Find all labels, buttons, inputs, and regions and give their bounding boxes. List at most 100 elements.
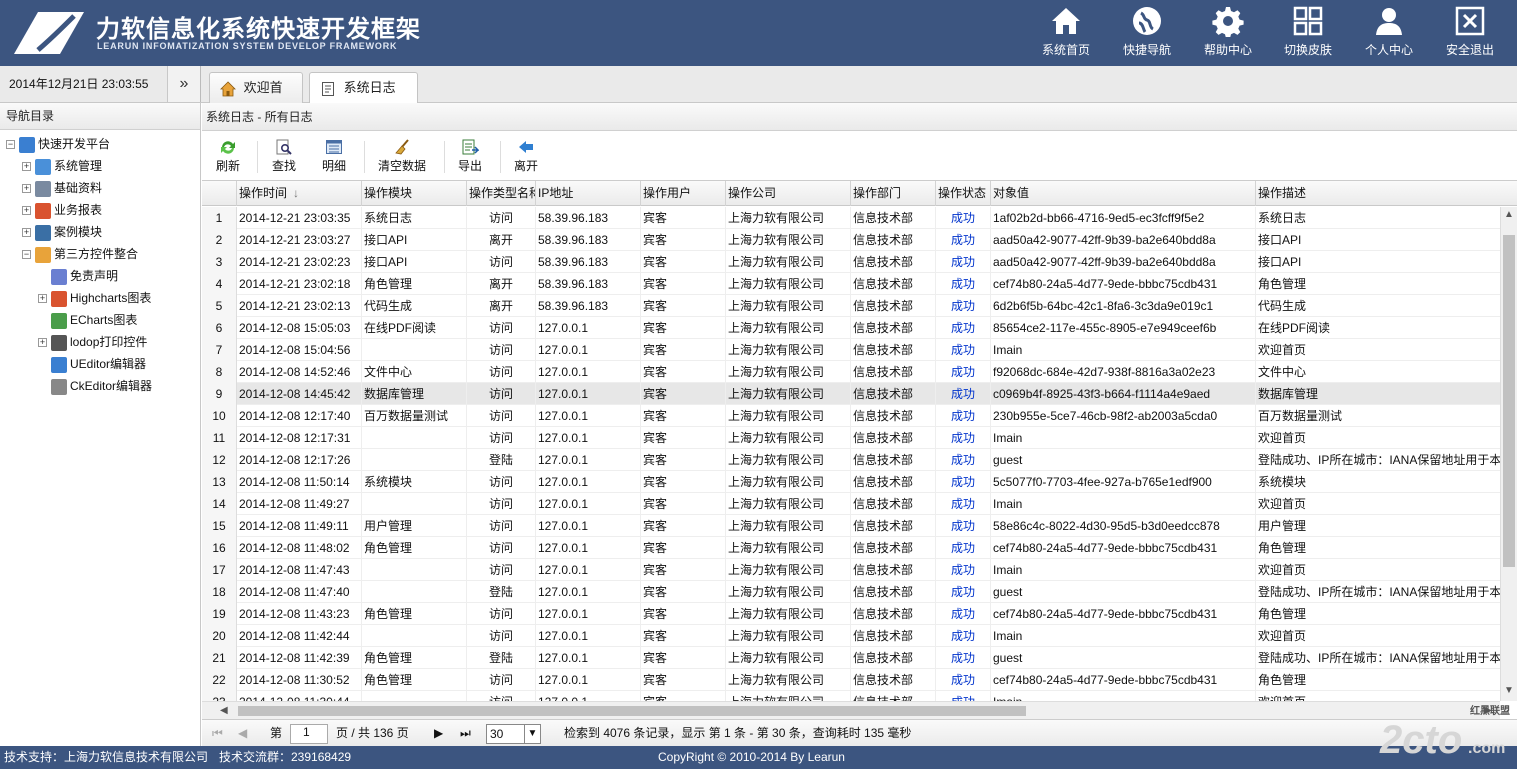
table-row[interactable]: 15 2014-12-08 11:49:11 用户管理 访问 127.0.0.1 宾客 上海…: [202, 515, 1500, 537]
table-row[interactable]: 10 2014-12-08 12:17:40 百万数据量测试 访问 127.0.0.1 宾…: [202, 405, 1500, 427]
tree-node-label: UEditor编辑器: [70, 357, 147, 371]
table-cell: 角色管理: [1256, 669, 1500, 691]
table-cell: [362, 493, 467, 515]
leave-button[interactable]: 离开: [510, 136, 542, 176]
vertical-scrollbar[interactable]: ▲ ▼: [1500, 207, 1517, 701]
expand-icon[interactable]: +: [38, 294, 47, 304]
table-row[interactable]: 8 2014-12-08 14:52:46 文件中心 访问 127.0.0.1 宾客 上海力…: [202, 361, 1500, 383]
table-cell: 2014-12-08 11:43:23: [237, 603, 362, 625]
table-cell: 信息技术部: [851, 383, 936, 405]
export-button[interactable]: 导出: [454, 136, 486, 176]
column-header[interactable]: 操作类型名称: [467, 181, 536, 206]
last-page-icon[interactable]: ⏭: [460, 720, 471, 747]
table-row[interactable]: 6 2014-12-08 15:05:03 在线PDF阅读 访问 127.0.0.1 宾客…: [202, 317, 1500, 339]
expand-icon[interactable]: +: [22, 228, 31, 238]
column-header[interactable]: 操作状态: [936, 181, 991, 206]
table-row[interactable]: 18 2014-12-08 11:47:40 登陆 127.0.0.1 宾客 上海力软有限…: [202, 581, 1500, 603]
column-header[interactable]: 操作时间 ↓: [237, 181, 362, 206]
horizontal-scrollbar[interactable]: ◀ ▶: [202, 701, 1500, 719]
tree-node[interactable]: + 基础资料: [22, 177, 102, 199]
tree-node[interactable]: + Highcharts图表: [38, 287, 151, 309]
table-row[interactable]: 4 2014-12-21 23:02:18 角色管理 离开 58.39.96.183 宾客…: [202, 273, 1500, 295]
column-header[interactable]: 操作用户: [641, 181, 726, 206]
table-row[interactable]: 7 2014-12-08 15:04:56 访问 127.0.0.1 宾客 上海力软有限公…: [202, 339, 1500, 361]
tree-node[interactable]: UEditor编辑器: [38, 353, 146, 375]
table-cell: c0969b4f-8925-43f3-b664-f1114a4e9aed: [991, 383, 1256, 405]
tab-welcome[interactable]: 欢迎首页: [209, 72, 303, 125]
page-size-select[interactable]: 30 ▼: [486, 724, 541, 744]
column-header[interactable]: 操作公司: [726, 181, 851, 206]
column-header[interactable]: IP地址: [536, 181, 641, 206]
table-row[interactable]: 19 2014-12-08 11:43:23 角色管理 访问 127.0.0.1 宾客 上海…: [202, 603, 1500, 625]
refresh-button[interactable]: 刷新: [210, 136, 246, 176]
table-cell: 成功: [936, 471, 991, 493]
nav-profile-button[interactable]: 个人中心: [1349, 0, 1429, 66]
tree-node[interactable]: + lodop打印控件: [38, 331, 147, 353]
table-cell: 上海力软有限公司: [726, 559, 851, 581]
table-cell: 角色管理: [362, 273, 467, 295]
horizontal-scroll-thumb[interactable]: [238, 706, 1026, 716]
table-row[interactable]: 20 2014-12-08 11:42:44 访问 127.0.0.1 宾客 上海力软有限…: [202, 625, 1500, 647]
tree-node[interactable]: ECharts图表: [38, 309, 137, 331]
table-row[interactable]: 3 2014-12-21 23:02:23 接口API 访问 58.39.96.183 宾…: [202, 251, 1500, 273]
table-row[interactable]: 17 2014-12-08 11:47:43 访问 127.0.0.1 宾客 上海力软有限…: [202, 559, 1500, 581]
column-header[interactable]: 对象值: [991, 181, 1256, 206]
nav-home-button[interactable]: 系统首页: [1026, 0, 1106, 66]
first-page-icon[interactable]: ⏮: [212, 720, 223, 747]
tree-node[interactable]: + 系统管理: [22, 155, 102, 177]
table-row[interactable]: 11 2014-12-08 12:17:31 访问 127.0.0.1 宾客 上海力软有限…: [202, 427, 1500, 449]
tree-node[interactable]: 免责声明: [38, 265, 118, 287]
expand-icon[interactable]: +: [38, 338, 47, 348]
table-row[interactable]: 12 2014-12-08 12:17:26 登陆 127.0.0.1 宾客 上海力软有限…: [202, 449, 1500, 471]
column-header[interactable]: 操作部门: [851, 181, 936, 206]
table-row[interactable]: 22 2014-12-08 11:30:52 角色管理 访问 127.0.0.1 宾客 上海…: [202, 669, 1500, 691]
scroll-down-icon[interactable]: ▼: [1504, 685, 1514, 696]
table-cell: 成功: [936, 405, 991, 427]
detail-button[interactable]: 明细: [318, 136, 350, 176]
table-cell: 在线PDF阅读: [1256, 317, 1500, 339]
collapse-sidebar-button[interactable]: »: [168, 66, 201, 102]
table-row[interactable]: 13 2014-12-08 11:50:14 系统模块 访问 127.0.0.1 宾客 上海…: [202, 471, 1500, 493]
expand-icon[interactable]: +: [22, 162, 31, 172]
collapse-icon[interactable]: −: [6, 140, 15, 150]
tree-node[interactable]: − 快速开发平台: [6, 133, 110, 155]
module-icon: [19, 136, 35, 153]
table-row[interactable]: 9 2014-12-08 14:45:42 数据库管理 访问 127.0.0.1 宾客 上海…: [202, 383, 1500, 405]
tree-node[interactable]: − 第三方控件整合: [22, 243, 138, 265]
tree-node[interactable]: + 案例模块: [22, 221, 102, 243]
column-header[interactable]: 操作模块: [362, 181, 467, 206]
nav-quick-button[interactable]: 快捷导航: [1107, 0, 1187, 66]
table-row[interactable]: 16 2014-12-08 11:48:02 角色管理 访问 127.0.0.1 宾客 上海…: [202, 537, 1500, 559]
table-row[interactable]: 2 2014-12-21 23:03:27 接口API 离开 58.39.96.183 宾…: [202, 229, 1500, 251]
table-row[interactable]: 232014-12-08 11:30:44 访问127.0.0.1宾客上海力软有限…: [202, 691, 1500, 701]
clear-data-button[interactable]: 清空数据: [374, 136, 430, 176]
table-cell: 宾客: [641, 493, 726, 515]
table-row[interactable]: 1 2014-12-21 23:03:35 系统日志 访问 58.39.96.183 宾客…: [202, 207, 1500, 229]
nav-logout-label: 安全退出: [1445, 43, 1494, 57]
column-header[interactable]: 操作描述: [1256, 181, 1517, 206]
table-row[interactable]: 21 2014-12-08 11:42:39 角色管理 登陆 127.0.0.1 宾客 上海…: [202, 647, 1500, 669]
tab-system-log[interactable]: 系统日志 ✖: [309, 72, 418, 125]
row-number-cell: 20: [202, 625, 237, 647]
search-button[interactable]: 查找: [268, 136, 300, 176]
nav-logout-button[interactable]: 安全退出: [1430, 0, 1510, 66]
nav-skin-button[interactable]: 切换皮肤: [1268, 0, 1348, 66]
scroll-up-icon[interactable]: ▲: [1504, 209, 1514, 220]
toolbar-divider: [444, 141, 445, 173]
tree-node[interactable]: + 业务报表: [22, 199, 102, 221]
expand-icon[interactable]: +: [22, 184, 31, 194]
table-cell: 访问: [467, 625, 536, 647]
scroll-left-icon[interactable]: ◀: [220, 705, 228, 716]
nav-help-button[interactable]: 帮助中心: [1188, 0, 1268, 66]
expand-icon[interactable]: +: [22, 206, 31, 216]
export-icon: [462, 139, 479, 155]
prev-page-icon[interactable]: ◀: [238, 720, 247, 747]
vertical-scroll-thumb[interactable]: [1503, 235, 1515, 567]
table-row[interactable]: 14 2014-12-08 11:49:27 访问 127.0.0.1 宾客 上海力软有限…: [202, 493, 1500, 515]
tree-node[interactable]: CkEditor编辑器: [38, 375, 152, 397]
table-row[interactable]: 5 2014-12-21 23:02:13 代码生成 离开 58.39.96.183 宾客…: [202, 295, 1500, 317]
table-cell: 访问: [467, 361, 536, 383]
page-number-input[interactable]: 1: [290, 724, 328, 744]
next-page-icon[interactable]: ▶: [434, 720, 443, 747]
collapse-icon[interactable]: −: [22, 250, 31, 260]
